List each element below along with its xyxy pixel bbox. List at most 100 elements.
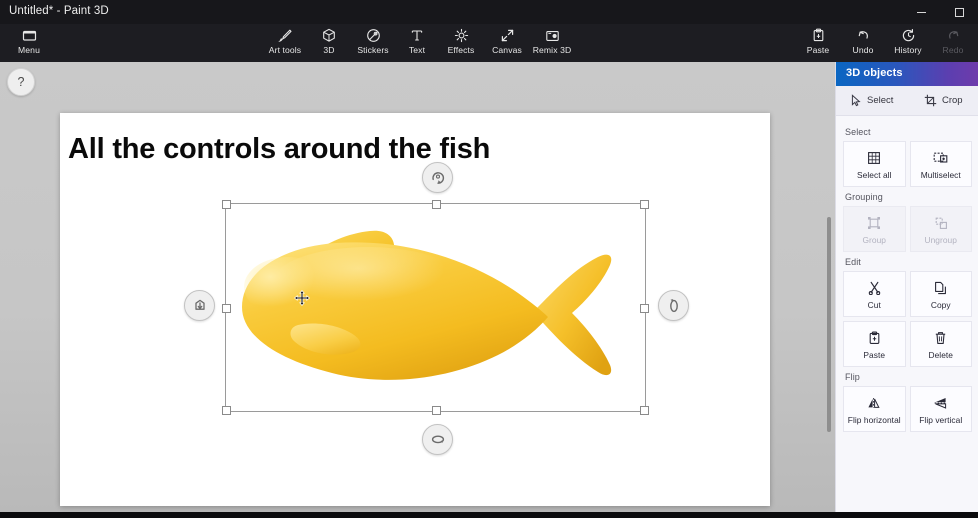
ungroup-icon <box>934 214 948 232</box>
resize-handle-top-right[interactable] <box>640 200 649 209</box>
resize-handle-middle-left[interactable] <box>222 304 231 313</box>
cut-button[interactable]: Cut <box>843 271 906 317</box>
select-all-button[interactable]: Select all <box>843 141 906 187</box>
multiselect-button[interactable]: Multiselect <box>909 141 972 187</box>
rotate-horizontal-icon <box>431 434 444 443</box>
ribbon-label-history: History <box>894 45 922 55</box>
remix-icon <box>545 27 560 44</box>
rotate-right-control[interactable] <box>658 290 689 321</box>
flip-horizontal-button[interactable]: Flip horizontal <box>843 386 906 432</box>
help-button[interactable]: ? <box>7 68 35 96</box>
section-edit-buttons-row2: Paste Delete <box>843 321 972 367</box>
maximize-button[interactable] <box>940 0 978 24</box>
clipboard-icon <box>868 329 881 347</box>
paste-button[interactable]: Paste <box>843 321 906 367</box>
brush-icon <box>277 27 293 44</box>
paint3d-window: Untitled* - Paint 3D Menu Art tools 3D S… <box>0 0 978 518</box>
panel-tab-bar: Select Crop <box>836 86 978 116</box>
window-controls <box>902 0 978 24</box>
ribbon-toolbar: Menu Art tools 3D Stickers Text Effects … <box>0 24 978 63</box>
resize-handle-bottom-right[interactable] <box>640 406 649 415</box>
ribbon-label-paste: Paste <box>806 45 830 55</box>
resize-handle-top-center[interactable] <box>432 200 441 209</box>
copy-pages-icon <box>934 279 947 297</box>
group-button: Group <box>843 206 906 252</box>
selection-bounding-box[interactable] <box>184 162 689 455</box>
maximize-icon <box>954 7 964 17</box>
tab-select-label: Select <box>867 95 894 106</box>
tab-crop[interactable]: Crop <box>908 86 978 115</box>
canvas[interactable]: All the controls around the fish <box>60 113 770 506</box>
ungroup-label: Ungroup <box>924 234 957 245</box>
section-label-flip: Flip <box>845 372 860 382</box>
ribbon-label-canvas: Canvas <box>492 45 522 55</box>
group-label: Group <box>862 234 887 245</box>
ribbon-item-remix-3d[interactable]: Remix 3D <box>523 26 581 60</box>
tab-crop-label: Crop <box>941 95 963 106</box>
cursor-arrow-icon <box>850 94 862 107</box>
crop-icon <box>924 94 937 107</box>
flip-vertical-label: Flip vertical <box>919 414 963 425</box>
flip-horizontal-icon <box>867 394 882 412</box>
sticker-icon <box>366 27 381 44</box>
resize-handle-middle-right[interactable] <box>640 304 649 313</box>
panel-body: Select Select all Multiselect Grouping G… <box>836 116 978 518</box>
rotate-top-control[interactable] <box>422 162 453 193</box>
window-title: Untitled* - Paint 3D <box>9 5 109 17</box>
resize-handle-bottom-left[interactable] <box>222 406 231 415</box>
text-t-icon <box>410 27 424 44</box>
multiselect-label: Multiselect <box>920 169 961 180</box>
ribbon-label-stickers: Stickers <box>357 45 389 55</box>
trash-icon <box>934 329 947 347</box>
tab-select[interactable]: Select <box>836 86 908 115</box>
history-clock-icon <box>901 27 916 44</box>
move-four-arrow-cursor <box>294 290 310 306</box>
ribbon-label-art-tools: Art tools <box>268 45 302 55</box>
ribbon-label-3d: 3D <box>323 45 335 55</box>
rotate-z-axis-icon <box>431 171 444 184</box>
ribbon-label-text: Text <box>408 45 426 55</box>
ribbon-label-undo: Undo <box>852 45 874 55</box>
resize-handle-bottom-center[interactable] <box>432 406 441 415</box>
section-label-select: Select <box>845 127 871 137</box>
resize-handle-top-left[interactable] <box>222 200 231 209</box>
copy-button[interactable]: Copy <box>909 271 972 317</box>
ungroup-button: Ungroup <box>909 206 972 252</box>
title-bar: Untitled* - Paint 3D <box>0 0 978 24</box>
flip-vertical-icon <box>933 394 948 412</box>
section-flip-buttons: Flip horizontal Flip vertical <box>843 386 972 432</box>
canvas-title-text: All the controls around the fish <box>68 133 491 165</box>
bottom-strip <box>0 512 978 518</box>
rotate-bottom-control[interactable] <box>422 424 453 455</box>
flip-vertical-button[interactable]: Flip vertical <box>909 386 972 432</box>
paste-label: Paste <box>863 349 886 360</box>
section-select-buttons: Select all Multiselect <box>843 141 972 187</box>
move-depth-icon <box>194 299 205 310</box>
vertical-scrollbar[interactable] <box>823 62 834 512</box>
vertical-scrollbar-thumb[interactable] <box>827 217 831 432</box>
sun-icon <box>454 27 469 44</box>
cube-icon <box>322 27 336 44</box>
cut-label: Cut <box>867 299 881 310</box>
rotate-vertical-icon <box>669 298 678 312</box>
clipboard-icon <box>812 27 825 44</box>
ribbon-item-menu[interactable]: Menu <box>0 26 58 60</box>
depth-left-control[interactable] <box>184 290 215 321</box>
multiselect-icon <box>933 149 948 167</box>
question-mark-icon: ? <box>17 75 25 89</box>
ribbon-label-redo: Redo <box>942 45 964 55</box>
right-panel: 3D objects Select Crop Select Select all… <box>835 62 978 518</box>
ribbon-label-effects: Effects <box>447 45 475 55</box>
delete-button[interactable]: Delete <box>909 321 972 367</box>
minimize-icon <box>916 11 926 13</box>
select-all-grid-icon <box>867 149 881 167</box>
panel-header: 3D objects <box>836 62 978 86</box>
section-edit-buttons-row1: Cut Copy <box>843 271 972 317</box>
flip-horizontal-label: Flip horizontal <box>847 414 901 425</box>
section-label-edit: Edit <box>845 257 861 267</box>
menu-rectangle-icon <box>22 27 37 44</box>
scissors-icon <box>868 279 881 297</box>
minimize-button[interactable] <box>902 0 940 24</box>
ribbon-label-remix-3d: Remix 3D <box>532 45 572 55</box>
panel-title: 3D objects <box>846 67 903 79</box>
